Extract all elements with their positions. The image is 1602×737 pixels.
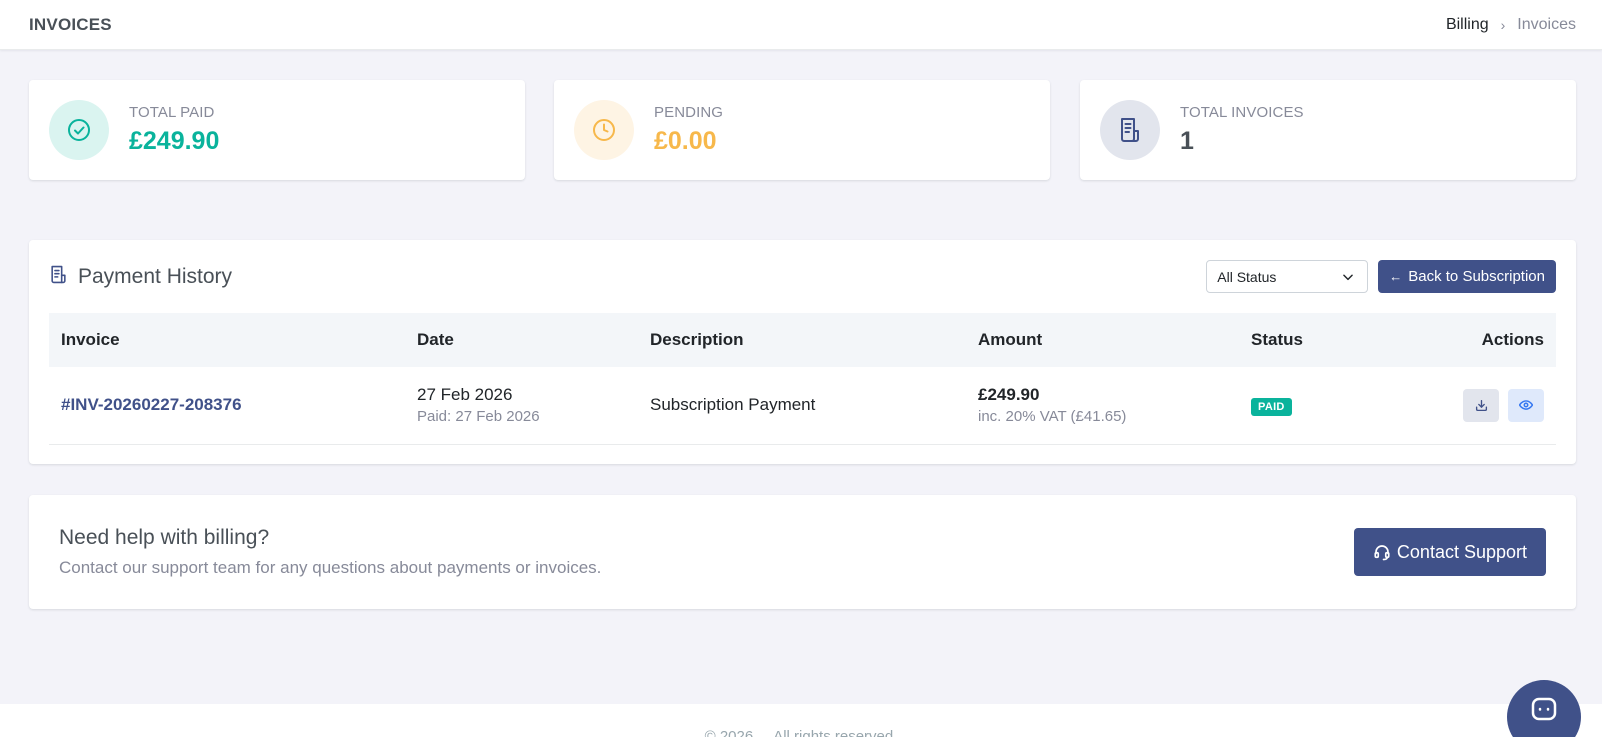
status-badge: PAID [1251, 397, 1292, 416]
column-header-status: Status [1251, 330, 1303, 349]
status-filter-select[interactable]: All Status [1206, 260, 1369, 293]
invoice-vat: inc. 20% VAT (£41.65) [978, 408, 1127, 426]
headset-icon [1374, 545, 1390, 561]
chevron-down-icon [1343, 274, 1354, 280]
check-circle-icon [49, 100, 109, 160]
chat-bot-icon [1531, 697, 1557, 721]
stat-value: 1 [1180, 127, 1194, 155]
contact-support-label: Contact Support [1396, 541, 1527, 562]
column-header-invoice: Invoice [61, 330, 120, 349]
clock-icon [574, 100, 634, 160]
column-header-actions: Actions [1481, 330, 1544, 349]
stat-value: £249.90 [129, 127, 220, 155]
payment-history-card: Payment History All Status ← Back to Sub… [29, 240, 1576, 464]
footer: © 2026 ... All rights reserved. [0, 704, 1602, 737]
back-to-subscription-button[interactable]: ← Back to Subscription [1378, 260, 1556, 293]
breadcrumb-current: Invoices [1517, 15, 1576, 33]
view-invoice-button[interactable] [1508, 388, 1544, 422]
table-header-row: Invoice Date Description Amount Status A… [49, 313, 1556, 367]
stat-card-total-paid: TOTAL PAID £249.90 [29, 80, 525, 180]
stat-label: TOTAL INVOICES [1180, 104, 1304, 121]
chat-widget-button[interactable] [1507, 680, 1581, 737]
breadcrumb: Billing › Invoices [1446, 16, 1576, 34]
stat-card-total-invoices: TOTAL INVOICES 1 [1080, 80, 1576, 180]
help-text: Contact our support team for any questio… [59, 558, 602, 577]
breadcrumb-billing[interactable]: Billing [1446, 16, 1489, 34]
receipt-icon [49, 265, 68, 289]
page-title: INVOICES [29, 14, 112, 34]
invoice-date: 27 Feb 2026 [417, 385, 513, 405]
column-header-description: Description [650, 330, 744, 349]
download-invoice-button[interactable] [1463, 388, 1500, 422]
footer-copyright: © 2026 ... All rights reserved. [704, 728, 898, 737]
eye-icon [1519, 400, 1533, 411]
status-filter-value: All Status [1217, 268, 1277, 285]
invoice-amount: £249.90 [978, 385, 1040, 405]
billing-help-card: Need help with billing? Contact our supp… [29, 495, 1576, 609]
invoices-table: Invoice Date Description Amount Status A… [49, 313, 1556, 445]
stat-card-pending: PENDING £0.00 [554, 80, 1050, 180]
contact-support-button[interactable]: Contact Support [1353, 528, 1546, 576]
breadcrumb-separator: › [1500, 16, 1506, 33]
document-icon [1100, 100, 1160, 160]
topbar: INVOICES Billing › Invoices [0, 0, 1602, 50]
table-row: #INV-20260227-208376 27 Feb 2026 Paid: 2… [49, 367, 1556, 444]
paid-date: Paid: 27 Feb 2026 [417, 408, 540, 426]
invoice-number-link[interactable]: #INV-20260227-208376 [61, 395, 242, 414]
help-title: Need help with billing? [59, 526, 270, 549]
stat-label: PENDING [654, 104, 724, 121]
download-icon [1475, 399, 1487, 411]
payment-history-title: Payment History [78, 264, 233, 288]
invoice-description: Subscription Payment [650, 395, 816, 415]
stat-value: £0.00 [654, 127, 717, 155]
column-header-amount: Amount [978, 330, 1043, 349]
stat-label: TOTAL PAID [129, 104, 215, 121]
column-header-date: Date [417, 330, 454, 349]
arrow-left-icon: ← [1389, 269, 1403, 284]
back-to-subscription-label: Back to Subscription [1408, 268, 1545, 285]
